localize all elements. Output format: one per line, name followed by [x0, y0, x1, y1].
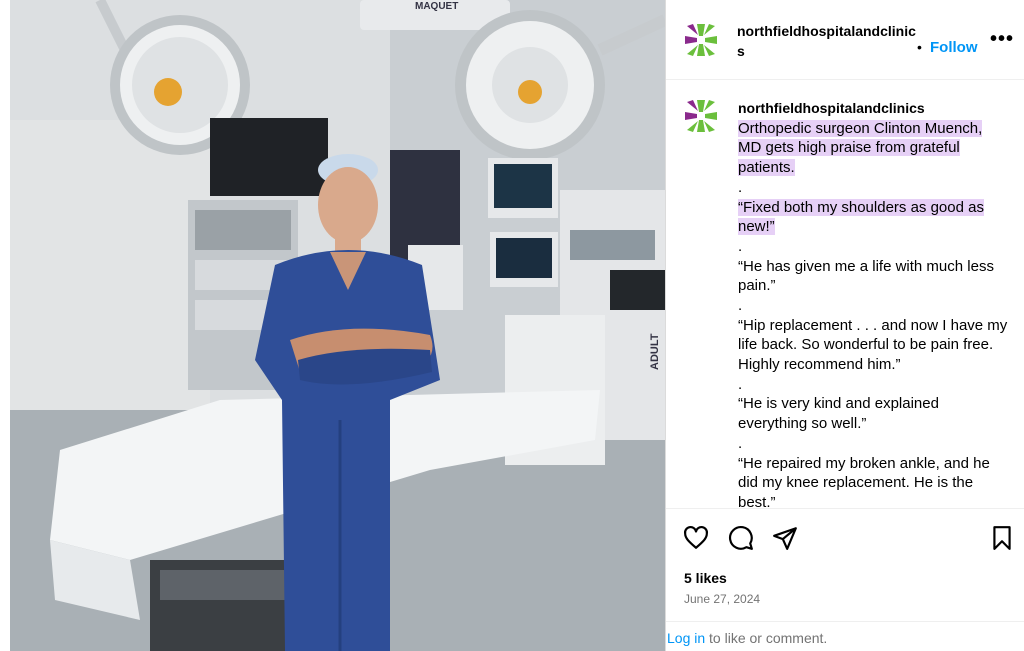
hospital-logo-icon[interactable]	[683, 98, 719, 134]
operating-room-photo: MAQUET ADULT	[10, 0, 665, 651]
caption-section: northfieldhospitalandclinics Orthopedic …	[666, 80, 1024, 508]
caption-line: “He has given me a life with much less p…	[738, 257, 994, 295]
bookmark-icon[interactable]	[989, 525, 1015, 551]
login-prompt: Log in to like or comment.	[666, 621, 1024, 651]
post-header: northfieldhospitalandclinics • Follow ••…	[666, 0, 1024, 80]
caption-line: “He repaired my broken ankle, and he did…	[738, 454, 990, 508]
caption-text: northfieldhospitalandclinics Orthopedic …	[738, 99, 1008, 508]
header-separator: •	[917, 39, 922, 55]
caption-separator: .	[738, 237, 743, 255]
post-image[interactable]: MAQUET ADULT	[10, 0, 665, 651]
caption-line: “Hip replacement . . . and now I have my…	[738, 316, 1008, 374]
post-sidebar: northfieldhospitalandclinics • Follow ••…	[665, 0, 1024, 651]
caption-separator: .	[738, 178, 743, 196]
caption-line: “He is very kind and explained everythin…	[738, 395, 939, 433]
follow-button[interactable]: Follow	[930, 39, 978, 56]
likes-count[interactable]: 5 likes	[684, 570, 727, 586]
header-username[interactable]: northfieldhospitalandclinics	[737, 21, 917, 61]
caption-line: “Fixed both my shoulders as good as new!…	[738, 198, 984, 236]
more-options-icon[interactable]: •••	[990, 28, 1014, 51]
hospital-logo-icon[interactable]	[683, 22, 719, 58]
caption-separator: .	[738, 375, 743, 393]
caption-separator: .	[738, 434, 743, 452]
login-prompt-text: to like or comment.	[705, 630, 828, 646]
caption-username[interactable]: northfieldhospitalandclinics	[738, 99, 1008, 119]
equipment-side-text: ADULT	[649, 333, 661, 370]
login-link[interactable]: Log in	[667, 630, 705, 646]
post-date: June 27, 2024	[684, 592, 761, 606]
action-bar	[666, 508, 1024, 568]
heart-icon[interactable]	[683, 525, 709, 551]
equipment-brand-text: MAQUET	[415, 1, 458, 12]
caption-separator: .	[738, 297, 743, 314]
caption-line: Orthopedic surgeon Clinton Muench, MD ge…	[738, 119, 983, 177]
comment-icon[interactable]	[728, 525, 754, 551]
share-icon[interactable]	[772, 525, 798, 551]
